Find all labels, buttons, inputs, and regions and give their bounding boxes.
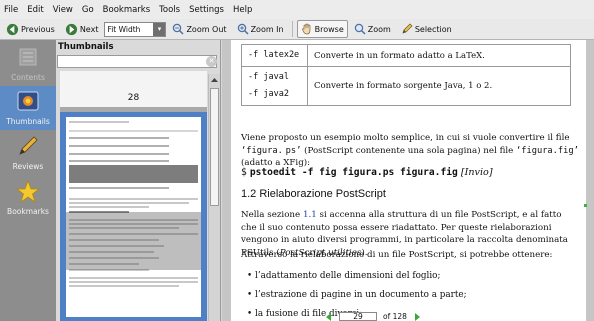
browse-tool-button[interactable]: Browse [296, 20, 348, 38]
zoom-in-button[interactable]: Zoom In [233, 20, 288, 38]
document-view[interactable]: -f latex2e Converte in un formato adatto… [222, 40, 594, 321]
toolbar-separator [291, 21, 293, 37]
table-row: -f javal -f java2 Converte in formato sor… [241, 66, 571, 106]
sidebar-item-thumbnails-label: Thumbnails [6, 117, 50, 126]
zoom-out-icon [173, 23, 184, 35]
sidebar-item-contents[interactable]: Contents [0, 40, 56, 86]
zoom-in-label: Zoom In [250, 24, 284, 34]
thumbnail-list[interactable]: 28 [60, 71, 207, 321]
menu-tools[interactable]: Tools [159, 5, 180, 15]
menu-bar: File Edit View Go Bookmarks Tools Settin… [0, 0, 594, 19]
next-label: Next [79, 24, 99, 34]
zoom-tool-label: Zoom [367, 24, 391, 34]
menu-bookmarks[interactable]: Bookmarks [103, 5, 151, 15]
arrow-left-icon [6, 23, 19, 35]
sidebar-item-contents-label: Contents [11, 73, 45, 82]
options-table: -f latex2e Converte in un formato adatto… [241, 44, 571, 106]
document-page: -f latex2e Converte in un formato adatto… [231, 40, 586, 321]
pencil-icon [402, 23, 413, 34]
zoom-tool-button[interactable]: Zoom [350, 20, 395, 38]
thumbnails-pane: Thumbnails ✕ 28 [56, 40, 221, 321]
zoom-out-button[interactable]: Zoom Out [168, 20, 230, 38]
description-cell: Converte in un formato adatto a LaTeX. [307, 44, 571, 67]
paragraph-intro-list: Attraverso la rielaborazione di un file … [241, 250, 553, 260]
command-invio: [Invio] [460, 167, 493, 178]
thumbnail-page-28[interactable]: 28 [60, 71, 207, 107]
star-icon [15, 179, 41, 204]
thumbnail-page-label: 28 [127, 93, 140, 103]
thumbnail-page-29-selected[interactable] [60, 112, 207, 321]
scrollbar-thumb[interactable] [210, 88, 219, 206]
margin-marker [584, 204, 587, 207]
chevron-down-icon[interactable]: ▾ [153, 22, 166, 36]
next-page-icon[interactable] [413, 312, 421, 321]
selection-label: Selection [414, 24, 452, 34]
next-button[interactable]: Next [61, 20, 103, 38]
table-row: -f latex2e Converte in un formato adatto… [241, 44, 571, 67]
page-number-input[interactable]: 29 [339, 312, 377, 321]
hand-icon [301, 23, 310, 35]
arrow-right-icon [65, 23, 77, 35]
sidebar-item-bookmarks[interactable]: Bookmarks [0, 176, 56, 222]
clear-search-icon[interactable]: ✕ [206, 56, 217, 67]
previous-label: Previous [21, 24, 55, 34]
menu-settings[interactable]: Settings [189, 5, 224, 15]
page-total: of 128 [383, 312, 407, 321]
list-item: • l’adattamento delle dimensioni del fog… [247, 271, 441, 281]
scroll-up-icon[interactable] [210, 76, 219, 84]
thumbnail-page-29-preview [66, 117, 201, 317]
command-prompt: $ [241, 167, 247, 178]
sidebar: Contents Thumbnails Reviews Bookmarks [0, 40, 56, 321]
selection-tool-button[interactable]: Selection [397, 20, 456, 38]
magnifier-icon [354, 23, 366, 35]
sidebar-item-bookmarks-label: Bookmarks [7, 207, 49, 216]
sidebar-item-reviews[interactable]: Reviews [0, 132, 56, 174]
zoom-mode-value: Fit Width [107, 24, 141, 34]
toolbar: Previous Next Fit Width ▾ Zoom Out Zoom … [0, 19, 594, 40]
menu-view[interactable]: View [53, 5, 73, 15]
option-cell: -f latex2e [241, 44, 308, 67]
option-cell: -f javal -f java2 [241, 66, 308, 106]
command-line: $ pstoedit -f fig figura.ps figura.fig [… [241, 167, 579, 180]
thumbnail-visible-area [66, 212, 201, 270]
menu-edit[interactable]: Edit [27, 5, 43, 15]
browse-label: Browse [314, 24, 344, 34]
prev-page-icon[interactable] [325, 312, 333, 321]
contents-icon [19, 48, 37, 66]
thumbnails-scrollbar[interactable] [208, 74, 220, 321]
thumbnails-title: Thumbnails [58, 42, 114, 52]
zoom-in-icon [237, 23, 249, 35]
previous-button[interactable]: Previous [2, 20, 59, 38]
sidebar-item-thumbnails[interactable]: Thumbnails [0, 86, 56, 130]
command-text: pstoedit -f fig figura.ps figura.fig [249, 167, 458, 178]
menu-go[interactable]: Go [82, 5, 94, 15]
option-java1: -f javal [248, 72, 289, 82]
thumbnails-icon [17, 91, 39, 111]
section-ref-link[interactable]: 1.1 [303, 210, 317, 220]
description-cell: Converte in formato sorgente Java, 1 o 2… [307, 66, 571, 106]
thumbnail-search-input[interactable] [57, 55, 217, 68]
option-java2: -f java2 [248, 89, 289, 99]
list-item: • l’estrazione di pagine in un documento… [247, 290, 467, 300]
page-navigator: 29 of 128 [325, 312, 475, 321]
zoom-out-label: Zoom Out [186, 24, 227, 34]
section-heading: 1.2 Rielaborazione PostScript [241, 188, 386, 200]
paragraph-example: Viene proposto un esempio molto semplice… [241, 133, 579, 169]
thumbnail-dim-block [69, 165, 198, 183]
menu-file[interactable]: File [4, 5, 18, 15]
zoom-mode-select[interactable]: Fit Width ▾ [104, 21, 167, 37]
sidebar-item-reviews-label: Reviews [12, 162, 44, 171]
pen-icon [19, 136, 38, 155]
menu-help[interactable]: Help [233, 5, 252, 15]
